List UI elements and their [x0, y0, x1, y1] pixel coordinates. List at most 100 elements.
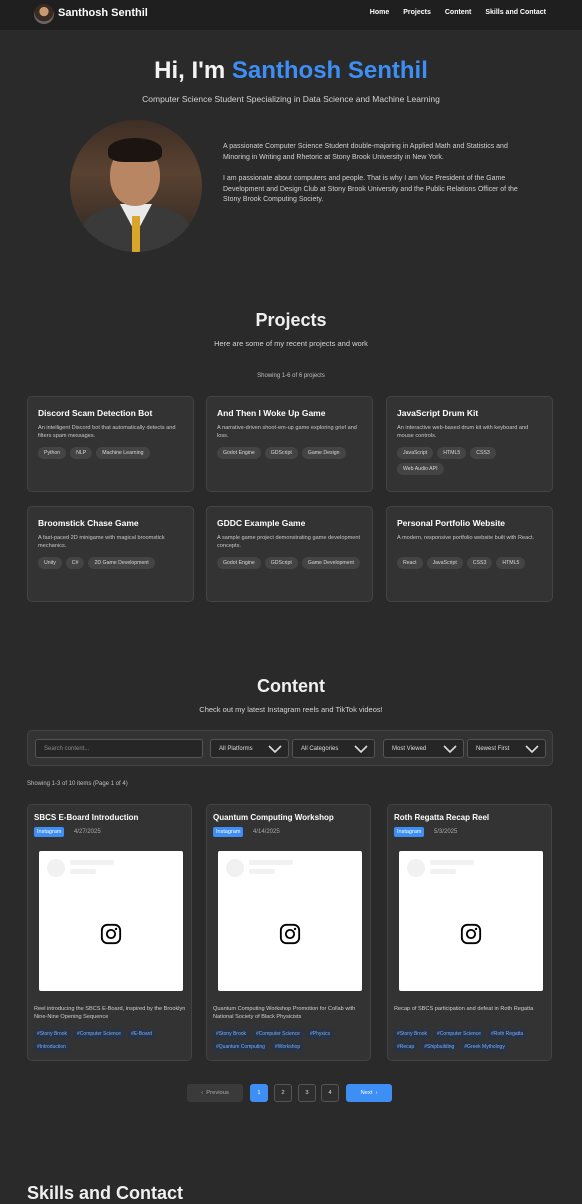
project-card[interactable]: JavaScript Drum Kit An interactive web-b…: [386, 396, 553, 492]
content-date: 5/3/2025: [434, 829, 458, 835]
content-title: Content: [257, 676, 325, 696]
instagram-embed[interactable]: [399, 851, 543, 991]
project-card[interactable]: Discord Scam Detection Bot An intelligen…: [27, 396, 194, 492]
tech-tag: HTML5: [437, 447, 467, 459]
hashtag[interactable]: #Recap: [394, 1042, 418, 1052]
instagram-icon: [100, 923, 122, 945]
search-input[interactable]: Search content...: [35, 739, 203, 758]
category-select[interactable]: All Categories: [292, 739, 375, 758]
project-title: Personal Portfolio Website: [397, 518, 506, 528]
project-title: JavaScript Drum Kit: [397, 408, 479, 418]
next-page-button[interactable]: Next ›: [346, 1084, 392, 1102]
site-brand[interactable]: Santhosh Senthil: [58, 7, 148, 19]
previous-page-button[interactable]: ‹ Previous: [187, 1084, 243, 1102]
content-card[interactable]: Roth Regatta Recap Reel Instagram 5/3/20…: [387, 804, 552, 1061]
order-select-value: Newest First: [476, 746, 510, 752]
hashtag[interactable]: #E-Board: [127, 1029, 156, 1039]
tech-tag: React: [397, 557, 423, 569]
project-desc: A modern, responsive portfolio website b…: [397, 535, 535, 541]
platform-badge: Instagram: [34, 827, 65, 837]
top-navbar: Santhosh Senthil Home Projects Content S…: [0, 0, 582, 30]
tech-tag: Godot Engine: [217, 447, 261, 459]
avatar[interactable]: [34, 4, 54, 24]
about-text: A passionate Computer Science Student do…: [223, 142, 518, 206]
project-card[interactable]: Broomstick Chase Game A fast-paced 2D mi…: [27, 506, 194, 602]
tech-tag: GDScript: [264, 447, 298, 459]
project-card[interactable]: And Then I Woke Up Game A narrative-driv…: [206, 396, 373, 492]
content-date: 4/14/2025: [253, 829, 280, 835]
profile-photo: [70, 120, 202, 252]
tech-tag: JavaScript: [397, 447, 434, 459]
page-button[interactable]: 3: [298, 1084, 316, 1102]
tech-tag: GDScript: [264, 557, 298, 569]
tech-tag: JavaScript: [426, 557, 463, 569]
hero-title: Hi, I'm Santhosh Senthil: [0, 57, 582, 85]
project-card[interactable]: GDDC Example Game A sample game project …: [206, 506, 373, 602]
nav-link-projects[interactable]: Projects: [403, 9, 431, 16]
tech-tag: Web Audio API: [397, 463, 444, 475]
hero-name: Santhosh Senthil: [231, 57, 428, 84]
instagram-embed[interactable]: [39, 851, 183, 991]
projects-title: Projects: [255, 310, 327, 330]
content-filter-bar: Search content... All Platforms All Cate…: [27, 730, 553, 766]
hero-subtitle: Computer Science Student Specializing in…: [142, 94, 440, 104]
hashtag[interactable]: #Roth Regatta: [487, 1029, 527, 1039]
nav-links: Home Projects Content Skills and Contact: [370, 9, 546, 16]
hashtag[interactable]: #Workshop: [271, 1042, 304, 1052]
order-select[interactable]: Newest First: [467, 739, 546, 758]
tech-tag: NLP: [70, 447, 93, 459]
hashtag[interactable]: #Stony Brook: [213, 1029, 250, 1039]
tech-tag: C#: [65, 557, 85, 569]
chevron-down-icon: [443, 745, 457, 754]
hashtag[interactable]: #Physics: [306, 1029, 333, 1039]
content-card[interactable]: SBCS E-Board Introduction Instagram 4/27…: [27, 804, 192, 1061]
tech-tag: Godot Engine: [217, 557, 261, 569]
project-card[interactable]: Personal Portfolio Website A modern, res…: [386, 506, 553, 602]
page-button[interactable]: 1: [250, 1084, 268, 1102]
project-title: And Then I Woke Up Game: [217, 408, 326, 418]
tech-tag: 2D Game Development: [88, 557, 155, 569]
tech-tag: Unity: [38, 557, 62, 569]
tech-tag: CSS3: [466, 557, 493, 569]
instagram-icon: [279, 923, 301, 945]
content-desc: Quantum Computing Workshop Promotion for…: [213, 1006, 356, 1021]
hashtag[interactable]: #Shipbuilding: [421, 1042, 458, 1052]
content-card[interactable]: Quantum Computing Workshop Instagram 4/1…: [206, 804, 371, 1061]
tech-tag: Game Development: [301, 557, 360, 569]
chevron-down-icon: [354, 745, 368, 754]
project-desc: A narrative-driven shoot-em-up game expl…: [217, 425, 357, 440]
hashtag[interactable]: #Quantum Computing: [213, 1042, 268, 1052]
instagram-embed[interactable]: [218, 851, 362, 991]
projects-count: Showing 1-6 of 6 projects: [257, 373, 325, 379]
hashtag[interactable]: #Computer Science: [253, 1029, 303, 1039]
platform-select[interactable]: All Platforms: [210, 739, 289, 758]
chevron-down-icon: [525, 745, 539, 754]
page-button[interactable]: 2: [274, 1084, 292, 1102]
tech-tag: HTML5: [496, 557, 526, 569]
hashtag[interactable]: #Introduction: [34, 1042, 69, 1052]
tech-tag: Game Design: [301, 447, 346, 459]
platform-select-value: All Platforms: [219, 746, 253, 752]
hashtag-list: #Stony Brook #Computer Science #Roth Reg…: [394, 1029, 548, 1052]
hero-greeting: Hi, I'm: [154, 57, 226, 84]
content-title-text: Roth Regatta Recap Reel: [394, 813, 490, 822]
hashtag[interactable]: #Stony Brook: [34, 1029, 71, 1039]
hashtag[interactable]: #Greek Mythology: [461, 1042, 508, 1052]
nav-link-content[interactable]: Content: [445, 9, 471, 16]
about-paragraph: I am passionate about computers and peop…: [223, 174, 518, 204]
page-button[interactable]: 4: [321, 1084, 339, 1102]
about-paragraph: A passionate Computer Science Student do…: [223, 143, 508, 161]
tech-tag: Machine Learning: [96, 447, 150, 459]
hashtag[interactable]: #Computer Science: [74, 1029, 124, 1039]
hashtag[interactable]: #Computer Science: [434, 1029, 484, 1039]
content-subtitle: Check out my latest Instagram reels and …: [199, 705, 383, 714]
hashtag[interactable]: #Stony Brook: [394, 1029, 431, 1039]
sort-select[interactable]: Most Viewed: [383, 739, 464, 758]
skills-contact-title: Skills and Contact: [27, 1183, 184, 1203]
project-title: Discord Scam Detection Bot: [38, 408, 153, 418]
nav-link-skills-contact[interactable]: Skills and Contact: [485, 9, 546, 16]
hashtag-list: #Stony Brook #Computer Science #Physics …: [213, 1029, 367, 1052]
nav-link-home[interactable]: Home: [370, 9, 389, 16]
content-desc: Recap of SBCS participation and defeat i…: [394, 1006, 534, 1012]
chevron-down-icon: [268, 745, 282, 754]
